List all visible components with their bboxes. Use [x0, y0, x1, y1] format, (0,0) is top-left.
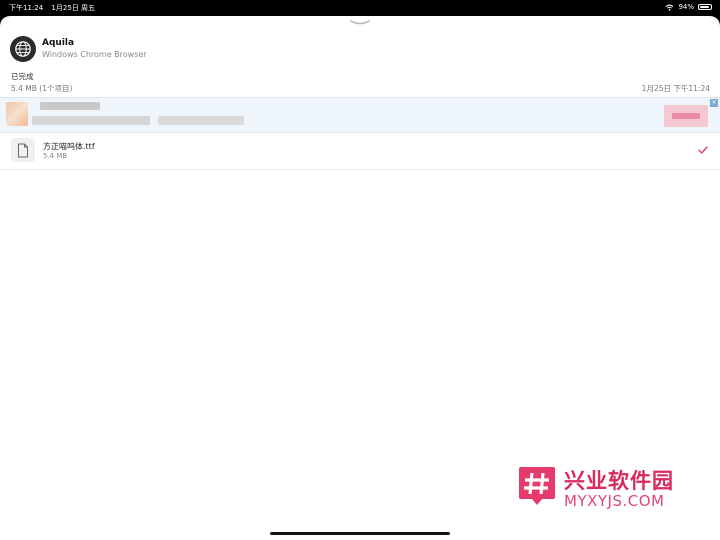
ad-blur-button[interactable] — [664, 105, 708, 127]
wifi-icon — [666, 4, 674, 11]
status-bar: 下午11:24 1月25日 周五 94% — [0, 0, 720, 14]
ad-banner[interactable]: × — [0, 97, 720, 133]
ad-blur-text — [40, 102, 100, 110]
app-name: Aquila — [42, 38, 75, 48]
ad-close-icon[interactable]: × — [710, 99, 718, 107]
watermark-subtitle: MYXYJS.COM — [564, 492, 665, 510]
globe-icon — [10, 36, 36, 62]
ad-blur-image — [6, 102, 28, 126]
ad-blur-text — [32, 116, 150, 125]
document-icon — [11, 138, 35, 162]
ad-blur-text — [158, 116, 244, 125]
status-time: 下午11:24 — [9, 4, 44, 12]
download-row[interactable]: 方正喵呜体.ttf 5.4 MB — [0, 133, 720, 170]
checkmark-icon — [698, 146, 708, 154]
watermark-logo-icon — [519, 467, 555, 505]
home-indicator[interactable] — [270, 532, 450, 535]
watermark: 兴业软件园 MYXYJS.COM — [518, 466, 718, 510]
file-name: 方正喵呜体.ttf — [43, 142, 95, 151]
app-subtitle: Windows Chrome Browser — [42, 50, 147, 59]
watermark-title: 兴业软件园 — [564, 469, 674, 493]
status-date: 1月25日 周五 — [51, 4, 96, 12]
battery-icon — [698, 4, 712, 10]
battery-percent: 94% — [678, 3, 694, 11]
section-summary: 5.4 MB (1个项目) — [11, 84, 73, 93]
section-date: 1月25日 下午11:24 — [641, 84, 710, 93]
file-size: 5.4 MB — [43, 152, 68, 160]
app-header: Aquila Windows Chrome Browser — [10, 36, 147, 62]
grabber-icon[interactable] — [350, 19, 370, 27]
downloads-sheet: Aquila Windows Chrome Browser 已完成 5.4 MB… — [0, 16, 720, 540]
section-label: 已完成 — [11, 72, 34, 81]
